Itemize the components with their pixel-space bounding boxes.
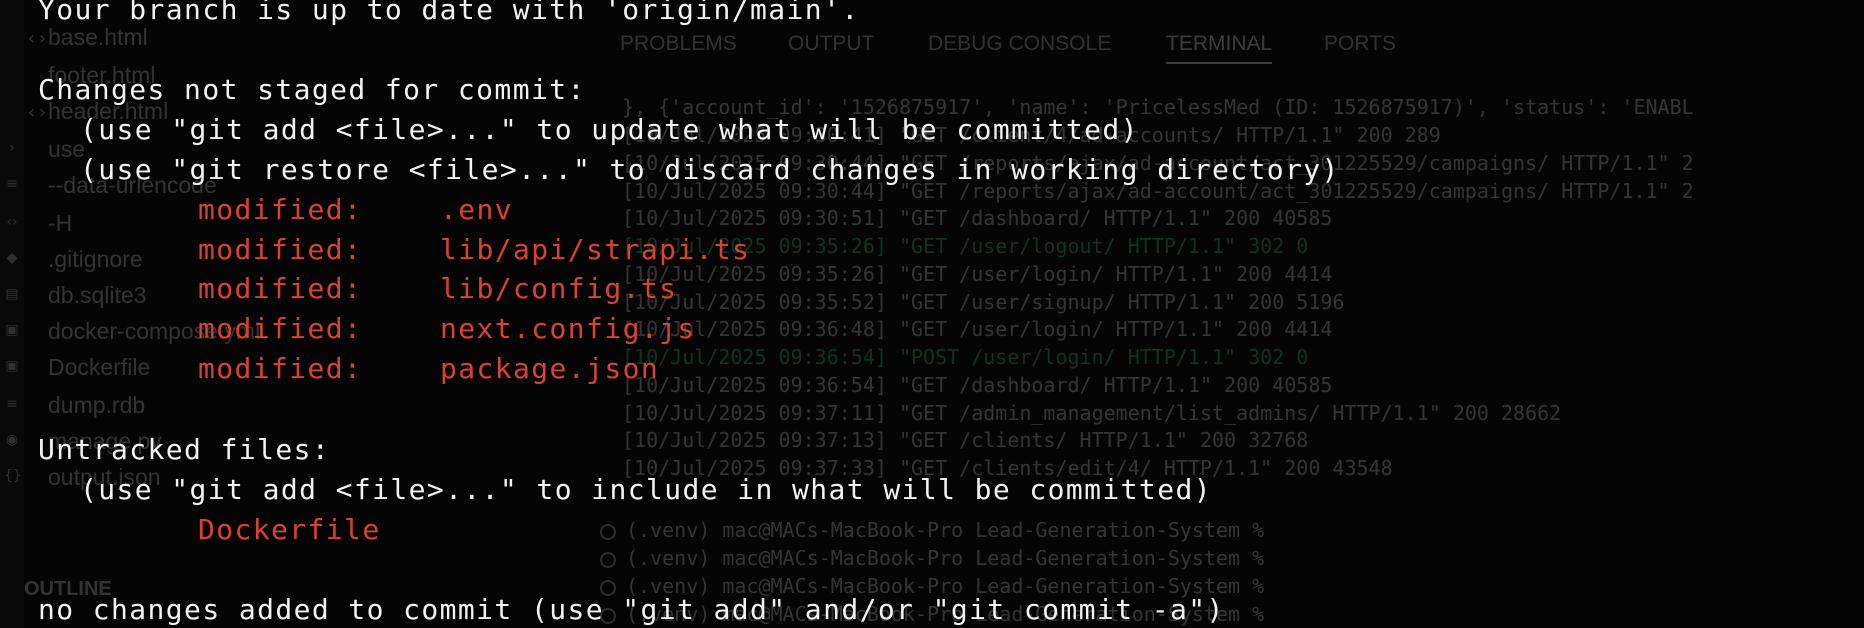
untracked-file-row: Dockerfile [198,513,381,546]
branch-status-line: Your branch is up to date with 'origin/m… [38,0,860,26]
modified-file-row: modified: next.config.js [198,311,696,347]
modified-file-row: modified: lib/config.ts [198,271,677,307]
hint-line: (use "git restore <file>..." to discard … [80,153,1340,186]
untracked-header: Untracked files: [38,433,331,466]
not-staged-header: Changes not staged for commit: [38,73,586,106]
file-status: modified: [198,312,363,345]
modified-file-row: modified: lib/api/strapi.ts [198,232,750,268]
file-status: modified: [198,233,363,266]
terminal-screen: › ≡ ‹› ◆ ▤ ▣ ▣ ≡ ◉ {} ‹› base.html foote… [0,0,1864,628]
hint-line: (use "git add <file>..." to update what … [80,113,1139,146]
git-status-output: Your branch is up to date with 'origin/m… [0,0,1864,628]
file-status: modified: [198,352,363,385]
file-path: .env [440,193,514,226]
modified-file-row: modified: .env [198,192,513,228]
file-status: modified: [198,272,363,305]
file-path: lib/config.ts [440,272,678,305]
file-path: lib/api/strapi.ts [440,233,751,266]
file-path: package.json [440,352,660,385]
footer-line: no changes added to commit (use "git add… [38,593,1225,626]
file-status: modified: [198,193,363,226]
modified-file-row: modified: package.json [198,351,659,387]
file-path: next.config.js [440,312,696,345]
hint-line: (use "git add <file>..." to include in w… [80,473,1212,506]
